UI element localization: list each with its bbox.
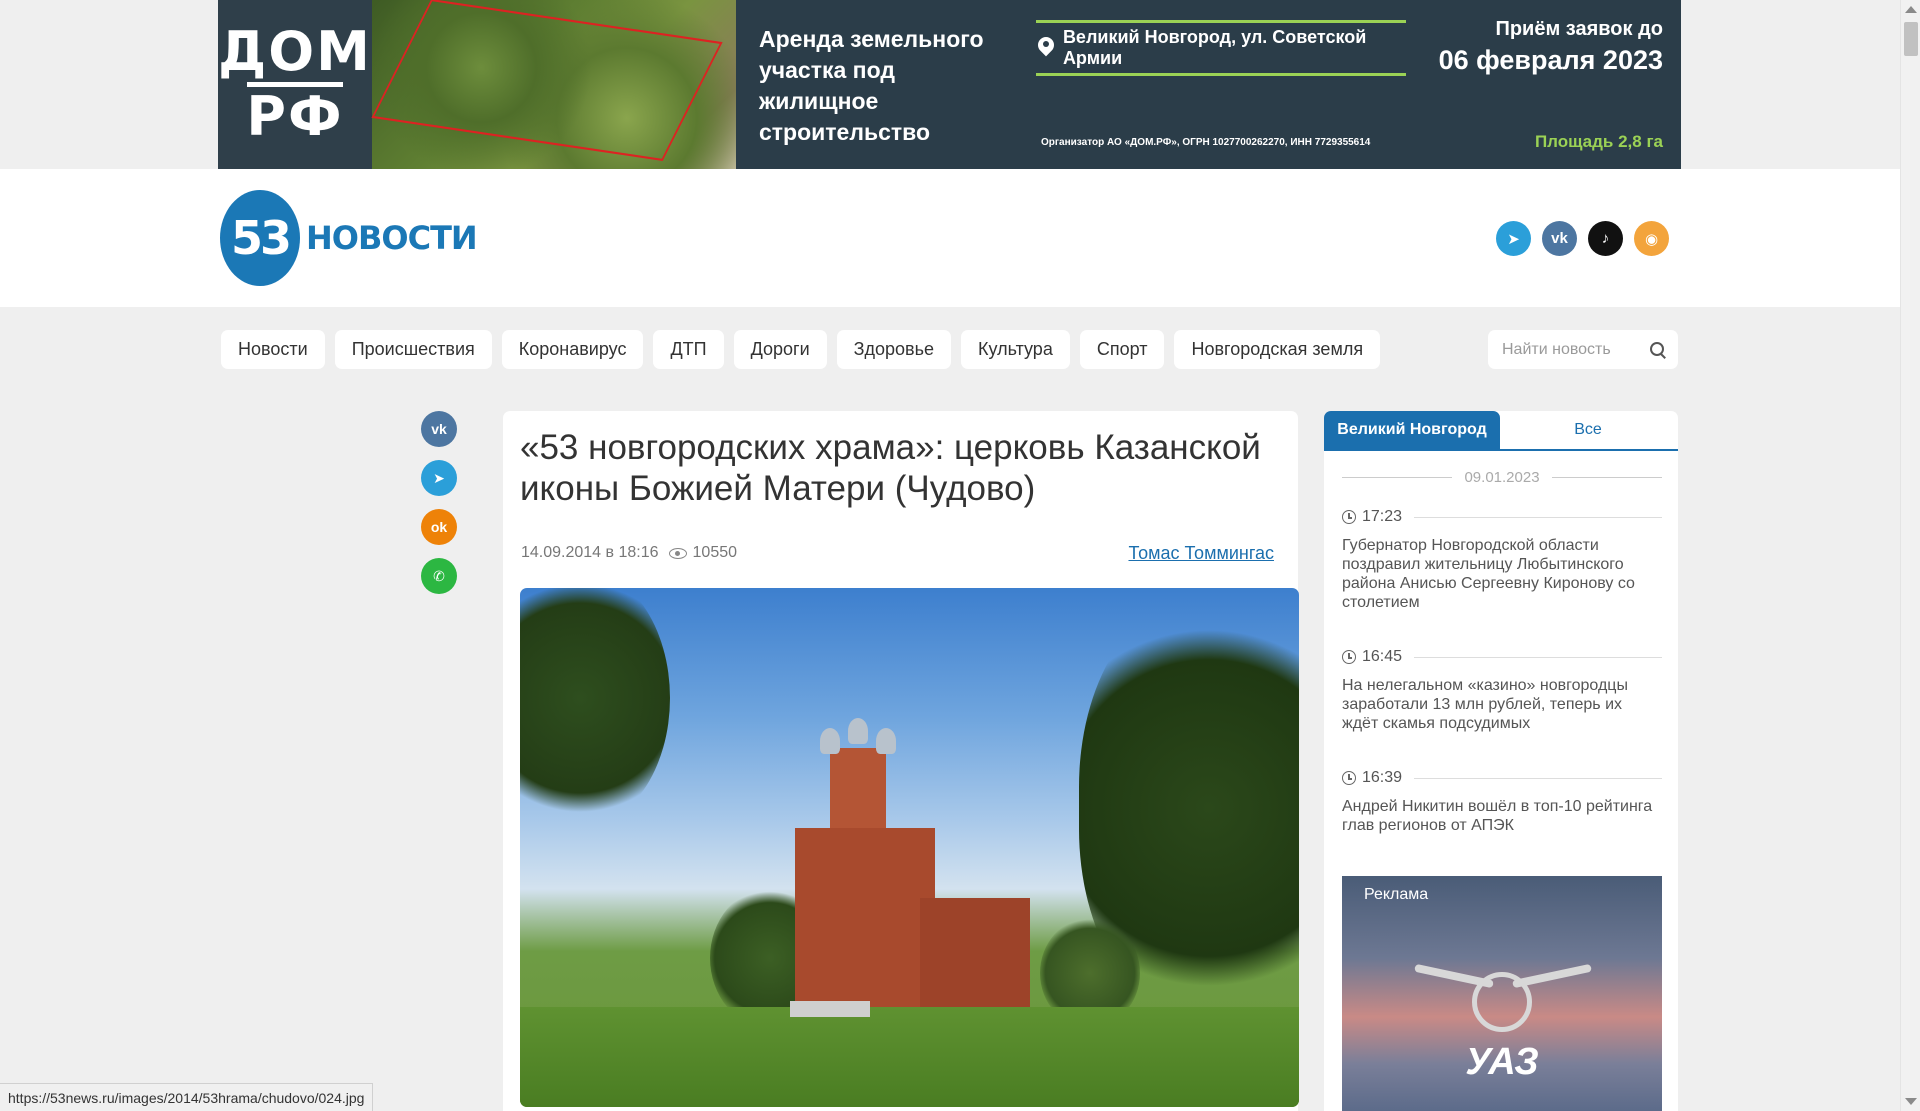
sidebar-tabs: Великий Новгород Все (1324, 411, 1678, 451)
scroll-down-icon[interactable] (1905, 1098, 1917, 1105)
ad-uaz[interactable]: Реклама УАЗ (1342, 876, 1662, 1111)
nav-item-incidents[interactable]: Происшествия (334, 330, 492, 369)
ad-banner-domrf[interactable]: ДОМ РФ Аренда земельного участка под жил… (218, 0, 1681, 169)
search-input[interactable] (1502, 340, 1642, 359)
site-logo-number: 53 (220, 190, 300, 286)
vk-icon[interactable]: vk (1542, 221, 1577, 256)
article-date: 14.09.2014 в 18:16 (521, 544, 659, 561)
banner-aerial-photo (371, 0, 736, 169)
list-item[interactable]: 17:23 Губернатор Новгородской области по… (1342, 508, 1662, 612)
location-pin-icon (1038, 37, 1053, 59)
list-item[interactable]: 16:45 На нелегальном «казино» новгородцы… (1342, 648, 1662, 733)
news-title[interactable]: Андрей Никитин вошёл в топ-10 рейтинга г… (1342, 797, 1662, 835)
search-box (1488, 330, 1678, 369)
banner-organizer: Организатор АО «ДОМ.РФ», ОГРН 1027700262… (1041, 137, 1371, 148)
rss-icon[interactable]: ◉ (1634, 221, 1669, 256)
ad-brand: УАЗ (1465, 1041, 1539, 1083)
share-buttons: vk ➤ ok ✆ (421, 411, 457, 594)
banner-title: Аренда земельного участка под жилищное с… (759, 26, 984, 145)
nav-item-news[interactable]: Новости (221, 330, 325, 369)
news-title[interactable]: На нелегальном «казино» новгородцы зараб… (1342, 676, 1662, 733)
news-title[interactable]: Губернатор Новгородской области поздрави… (1342, 536, 1662, 612)
site-logo-name: НОВОСТИ (306, 219, 478, 257)
share-whatsapp-icon[interactable]: ✆ (421, 558, 457, 594)
article-meta: 14.09.2014 в 18:16 10550 (521, 544, 737, 562)
nav-item-culture[interactable]: Культура (961, 330, 1070, 369)
scrollbar[interactable] (1900, 0, 1920, 1111)
tab-veliky-novgorod[interactable]: Великий Новгород (1324, 411, 1500, 449)
telegram-icon[interactable]: ➤ (1496, 221, 1531, 256)
date-separator: 09.01.2023 (1342, 469, 1663, 486)
news-sidebar: Великий Новгород Все 09.01.2023 17:23 Гу… (1324, 411, 1678, 1111)
list-item[interactable]: 16:39 Андрей Никитин вошёл в топ-10 рейт… (1342, 769, 1662, 835)
nav-item-novgorod-land[interactable]: Новгородская земля (1174, 330, 1381, 369)
article-photo[interactable] (520, 588, 1299, 1107)
clock-icon (1342, 771, 1356, 785)
eye-icon (668, 547, 687, 559)
banner-address: Великий Новгород, ул. Советской Армии (1036, 20, 1406, 76)
clock-icon (1342, 650, 1356, 664)
social-links: ➤ vk ♪ ◉ (1496, 221, 1669, 256)
ad-label: Реклама (1364, 886, 1429, 903)
banner-area: Площадь 2,8 га (1534, 132, 1663, 151)
site-logo[interactable]: 53 НОВОСТИ (220, 190, 478, 286)
article-title: «53 новгородских храма»: церковь Казанск… (520, 428, 1261, 508)
news-time: 17:23 (1362, 508, 1403, 525)
share-telegram-icon[interactable]: ➤ (421, 460, 457, 496)
tiktok-icon[interactable]: ♪ (1588, 221, 1623, 256)
nav-item-health[interactable]: Здоровье (836, 330, 951, 369)
clock-icon (1342, 510, 1356, 524)
banner-deadline-date: 06 февраля 2023 (1438, 45, 1663, 75)
news-time: 16:45 (1362, 648, 1403, 665)
nav-item-dtp[interactable]: ДТП (653, 330, 724, 369)
article-author-link[interactable]: Томас Томмингас (1128, 543, 1274, 564)
news-time: 16:39 (1362, 769, 1403, 786)
scrollbar-thumb[interactable] (1904, 22, 1918, 56)
nav-item-coronavirus[interactable]: Коронавирус (501, 330, 644, 369)
search-icon[interactable] (1650, 341, 1664, 358)
share-odnoklassniki-icon[interactable]: ok (421, 509, 457, 545)
uaz-emblem (1472, 972, 1532, 1032)
main-nav: Новости Происшествия Коронавирус ДТП Дор… (221, 330, 1381, 369)
scroll-up-icon[interactable] (1905, 6, 1917, 13)
domrf-logo-line1: ДОМ (218, 20, 372, 83)
feed-date: 09.01.2023 (1464, 469, 1540, 486)
banner-address-text: Великий Новгород, ул. Советской Армии (1062, 27, 1367, 68)
tab-all[interactable]: Все (1500, 411, 1676, 449)
nav-item-roads[interactable]: Дороги (733, 330, 827, 369)
banner-deadline-label: Приём заявок до (1495, 18, 1663, 40)
banner-deadline: Приём заявок до 06 февраля 2023 (1439, 18, 1663, 76)
status-url: https://53news.ru/images/2014/53hrama/ch… (0, 1083, 374, 1111)
nav-item-sport[interactable]: Спорт (1079, 330, 1165, 369)
share-vk-icon[interactable]: vk (421, 411, 457, 447)
article-views: 10550 (692, 544, 738, 561)
article: «53 новгородских храма»: церковь Казанск… (503, 411, 1299, 1111)
domrf-logo: ДОМ РФ (218, 0, 372, 169)
domrf-logo-line2: РФ (246, 85, 344, 148)
